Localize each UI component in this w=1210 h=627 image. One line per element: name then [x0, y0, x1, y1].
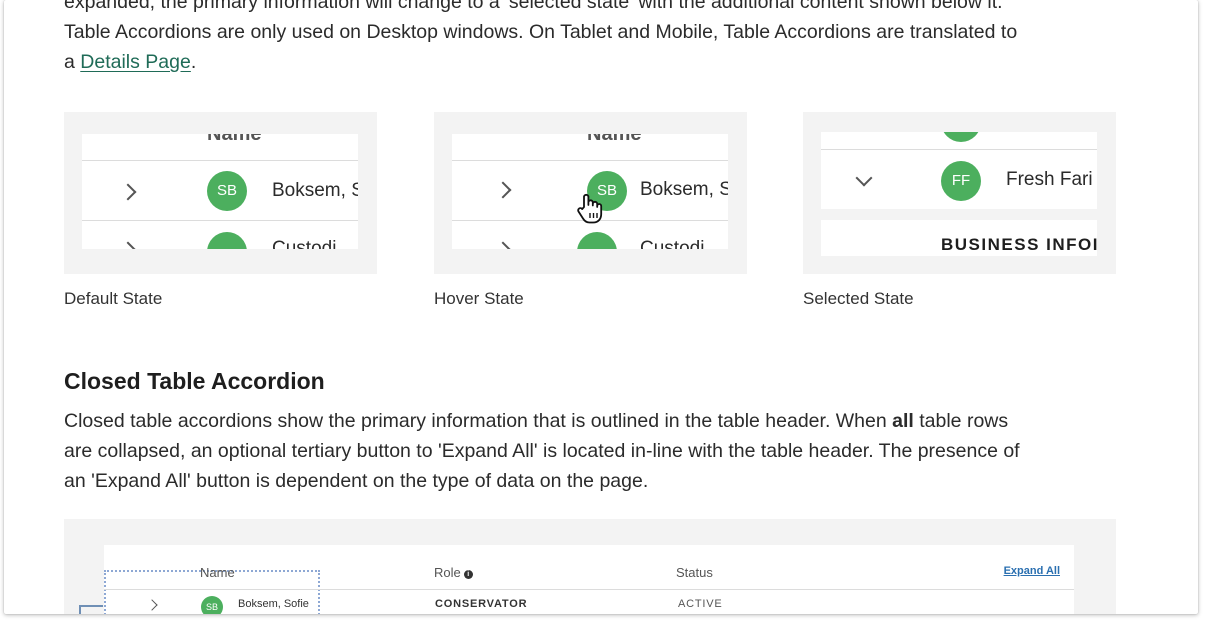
- avatar: [207, 232, 247, 249]
- annotation-bracket: [79, 605, 103, 614]
- hover-state-card: Name SB Boksem, S Custodi: [452, 134, 728, 249]
- status-column-header: Status: [676, 565, 713, 580]
- selected-state-card: FF Fresh Fari BUSINESS INFOI: [821, 132, 1097, 256]
- role-column-header: Role i: [434, 565, 473, 580]
- avatar: FF: [941, 161, 981, 201]
- role-header-label: Role: [434, 565, 461, 580]
- details-page-link[interactable]: Details Page: [80, 51, 191, 73]
- chevron-right-icon[interactable]: [494, 181, 512, 199]
- chevron-right-icon[interactable]: [494, 241, 512, 249]
- header-divider: [104, 589, 1074, 590]
- intro-line-3-suffix: .: [190, 51, 197, 73]
- row-name: Custodi: [640, 238, 705, 249]
- intro-line-2: Table Accordions are only used on Deskto…: [64, 21, 1018, 43]
- closed-description-line-1: Closed table accordions show the primary…: [64, 406, 1124, 436]
- row-divider: [82, 220, 358, 221]
- avatar: [577, 232, 617, 249]
- name-column-header: Name: [207, 134, 262, 145]
- default-state-card: Name SB Boksem, S Custodi: [82, 134, 358, 249]
- selected-state-example: FF Fresh Fari BUSINESS INFOI: [803, 112, 1116, 274]
- avatar: SB: [201, 596, 223, 614]
- chevron-down-icon[interactable]: [855, 169, 873, 187]
- row-status: ACTIVE: [678, 598, 723, 610]
- name-column-header: Name: [200, 565, 235, 580]
- chevron-right-icon[interactable]: [119, 183, 137, 201]
- closed-table-card: Name Role i Status Expand All SB Boksem, …: [79, 545, 1074, 614]
- documentation-page: expanded, the primary information will c…: [4, 0, 1198, 614]
- avatar: [941, 132, 981, 142]
- row-name: Custodi: [272, 238, 337, 249]
- closed-table-accordion-heading: Closed Table Accordion: [64, 368, 325, 394]
- hand-cursor-icon: [577, 193, 603, 224]
- info-icon[interactable]: i: [463, 570, 473, 579]
- table-header: Name: [452, 134, 728, 161]
- closed-description-line-2: are collapsed, an optional tertiary butt…: [64, 440, 1020, 462]
- row-name: Boksem, S: [640, 179, 728, 200]
- row-divider: [821, 149, 1097, 150]
- closed-description-text: Closed table accordions show the primary…: [64, 410, 893, 432]
- table-header: Name: [82, 134, 358, 161]
- row-name: Fresh Fari: [1006, 169, 1093, 190]
- row-role: CONSERVATOR: [435, 598, 528, 610]
- intro-line-3-prefix: a: [64, 51, 75, 73]
- row-name: Boksem, Sofie: [238, 598, 309, 610]
- default-state-example: Name SB Boksem, S Custodi: [64, 112, 377, 274]
- expanded-row-separator: [821, 209, 1097, 220]
- closed-description-bold: all: [892, 410, 914, 432]
- intro-line-1: expanded, the primary information will c…: [64, 0, 1003, 13]
- chevron-right-icon[interactable]: [119, 241, 137, 249]
- intro-line-3: a Details Page.: [64, 47, 1124, 77]
- avatar: SB: [207, 171, 247, 211]
- name-column-header: Name: [587, 134, 642, 145]
- closed-description-line-3: an 'Expand All' button is dependent on t…: [64, 470, 649, 492]
- closed-description-text: table rows: [913, 410, 1009, 432]
- row-name: Boksem, S: [272, 180, 358, 201]
- selected-state-caption: Selected State: [803, 289, 914, 308]
- hover-state-example: Name SB Boksem, S Custodi: [434, 112, 747, 274]
- business-info-label: BUSINESS INFOI: [941, 235, 1097, 254]
- expand-all-button[interactable]: Expand All: [1004, 565, 1060, 577]
- hover-state-caption: Hover State: [434, 289, 524, 308]
- closed-table-example: Name Role i Status Expand All SB Boksem, …: [64, 519, 1116, 614]
- default-state-caption: Default State: [64, 289, 163, 308]
